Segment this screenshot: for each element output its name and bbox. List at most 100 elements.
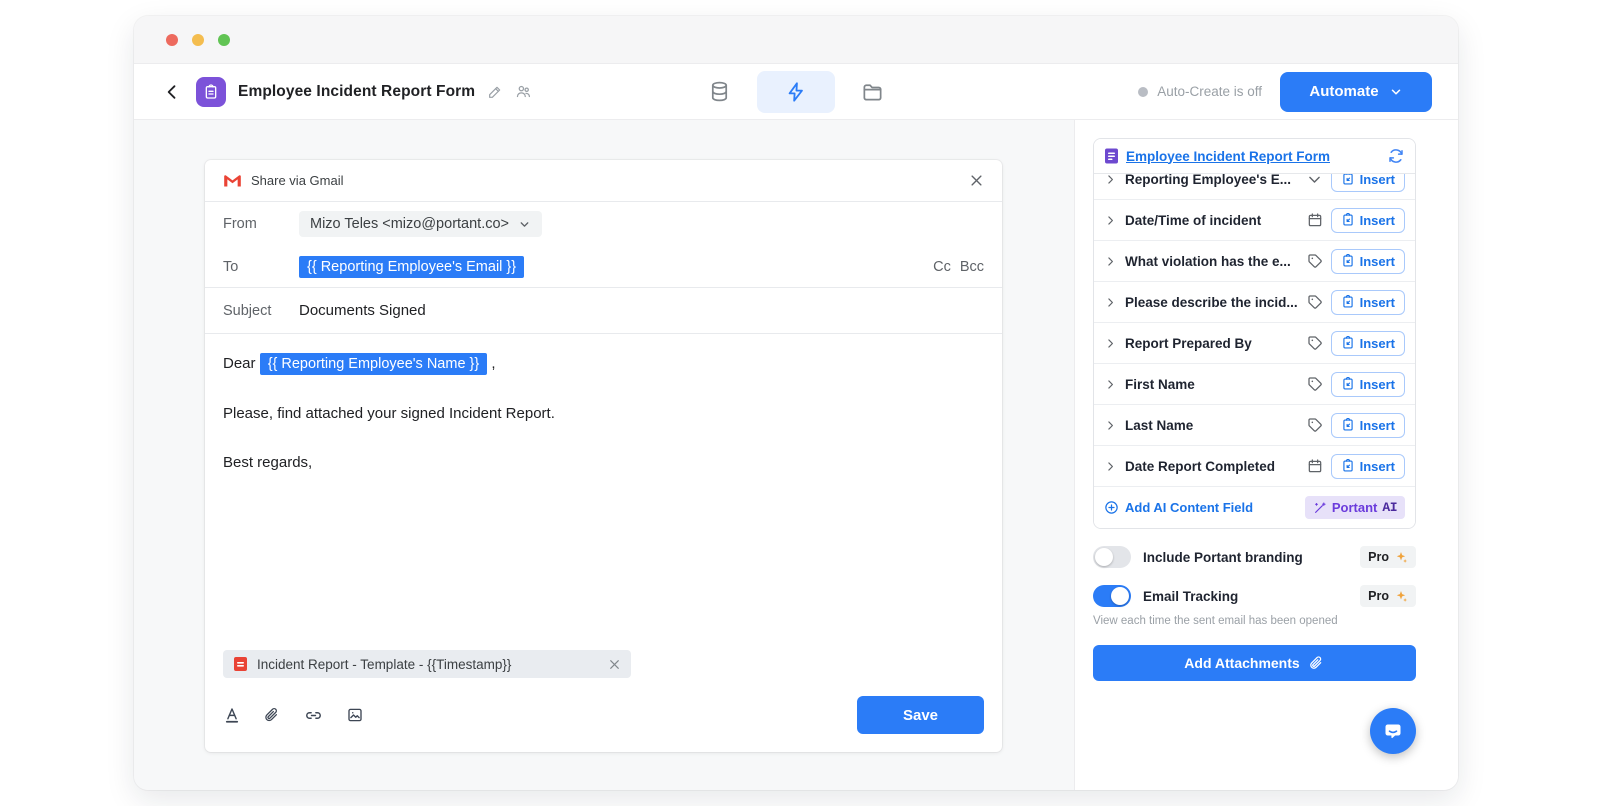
insert-field-button[interactable]: Insert — [1331, 249, 1405, 274]
toggle-row: Include Portant branding Pro — [1093, 546, 1416, 568]
insert-image-icon[interactable] — [346, 706, 364, 724]
toggle-row: Email Tracking Pro — [1093, 585, 1416, 607]
text-format-icon[interactable] — [223, 706, 241, 724]
attachment-chip[interactable]: Incident Report - Template - {{Timestamp… — [223, 650, 631, 678]
tag-type-icon — [1307, 376, 1323, 392]
chat-bubble-icon — [1381, 719, 1405, 743]
fields-sidebar: Employee Incident Report Form Reporting … — [1074, 120, 1458, 790]
tag-type-icon — [1307, 253, 1323, 269]
clipboard-paste-icon — [1341, 336, 1355, 350]
field-row: Last Name Insert — [1094, 405, 1415, 446]
magic-wand-icon — [1313, 501, 1327, 515]
name-field-token[interactable]: {{ Reporting Employee's Name }} — [260, 353, 488, 375]
sparkle-icon — [1394, 589, 1408, 603]
field-label: Report Prepared By — [1125, 336, 1299, 351]
to-label: To — [223, 259, 299, 275]
minimize-window-button[interactable] — [192, 34, 204, 46]
insert-field-button[interactable]: Insert — [1331, 413, 1405, 438]
automate-button[interactable]: Automate — [1280, 72, 1432, 112]
email-body-editor[interactable]: Dear {{ Reporting Employee's Name }} , P… — [205, 334, 1002, 650]
insert-field-button[interactable]: Insert — [1331, 208, 1405, 233]
pro-badge: Pro — [1360, 546, 1416, 568]
field-row: Please describe the incid... Insert — [1094, 282, 1415, 323]
pdf-file-icon — [233, 656, 248, 672]
window-titlebar — [134, 16, 1458, 64]
refresh-fields-icon[interactable] — [1387, 147, 1405, 165]
greeting-line: Dear {{ Reporting Employee's Name }} , — [223, 354, 984, 375]
portant-ai-badge[interactable]: Portant AI — [1305, 496, 1405, 519]
field-row: Report Prepared By Insert — [1094, 323, 1415, 364]
close-window-button[interactable] — [166, 34, 178, 46]
zoom-window-button[interactable] — [218, 34, 230, 46]
modal-title: Share via Gmail — [251, 173, 343, 188]
tag-type-icon — [1307, 417, 1323, 433]
plus-circle-icon — [1104, 500, 1119, 515]
clipboard-paste-icon — [1341, 459, 1355, 473]
attach-file-icon[interactable] — [264, 706, 281, 724]
back-button[interactable] — [160, 80, 184, 104]
chat-support-button[interactable] — [1370, 708, 1416, 754]
form-doc-icon — [1104, 148, 1119, 164]
add-attachments-button[interactable]: Add Attachments — [1093, 645, 1416, 681]
clipboard-paste-icon — [1341, 377, 1355, 391]
clipboard-paste-icon — [1341, 172, 1355, 186]
source-document-link[interactable]: Employee Incident Report Form — [1126, 149, 1330, 164]
field-label: Last Name — [1125, 418, 1299, 433]
add-ai-content-field-button[interactable]: Add AI Content Field — [1104, 500, 1253, 515]
expand-chevron-icon[interactable] — [1104, 337, 1117, 350]
tag-type-icon — [1307, 335, 1323, 351]
gmail-icon — [223, 173, 242, 188]
expand-chevron-icon[interactable] — [1104, 255, 1117, 268]
tab-automations[interactable] — [757, 71, 835, 113]
expand-chevron-icon[interactable] — [1104, 419, 1117, 432]
field-label: What violation has the e... — [1125, 254, 1299, 269]
paperclip-icon — [1309, 655, 1325, 671]
field-label: Date Report Completed — [1125, 459, 1299, 474]
expand-chevron-icon[interactable] — [1104, 214, 1117, 227]
bcc-button[interactable]: Bcc — [960, 259, 984, 275]
clipboard-paste-icon — [1341, 295, 1355, 309]
app-window: Employee Incident Report Form Auto-Crea — [134, 16, 1458, 790]
share-via-gmail-modal: Share via Gmail From Mizo Teles <mizo@po… — [205, 160, 1002, 752]
share-users-icon[interactable] — [515, 83, 532, 100]
field-list: Reporting Employee's E... Insert — [1094, 159, 1415, 487]
toggle-switch[interactable] — [1093, 546, 1131, 568]
field-label: Date/Time of incident — [1125, 213, 1299, 228]
expand-chevron-icon[interactable] — [1104, 460, 1117, 473]
tracking-caption: View each time the sent email has been o… — [1093, 615, 1416, 627]
insert-field-button[interactable]: Insert — [1331, 290, 1405, 315]
cc-button[interactable]: Cc — [933, 259, 951, 275]
field-row: Date Report Completed Insert — [1094, 446, 1415, 487]
toggle-switch[interactable] — [1093, 585, 1131, 607]
field-row: First Name Insert — [1094, 364, 1415, 405]
field-row: What violation has the e... Insert — [1094, 241, 1415, 282]
insert-field-button[interactable]: Insert — [1331, 372, 1405, 397]
rename-pencil-icon[interactable] — [487, 84, 503, 100]
close-icon[interactable] — [969, 173, 984, 188]
remove-attachment-icon[interactable] — [608, 658, 621, 671]
pro-toggles: Include Portant branding Pro Email Track… — [1093, 546, 1416, 607]
subject-label: Subject — [223, 303, 299, 319]
to-field-token[interactable]: {{ Reporting Employee's Email }} — [299, 256, 524, 278]
expand-chevron-icon[interactable] — [1104, 378, 1117, 391]
insert-field-button[interactable]: Insert — [1331, 331, 1405, 356]
page-title: Employee Incident Report Form — [238, 83, 475, 101]
insert-field-button[interactable]: Insert — [1331, 454, 1405, 479]
insert-link-icon[interactable] — [304, 706, 323, 725]
tab-source-data[interactable] — [708, 80, 731, 103]
subject-input[interactable]: Documents Signed — [299, 302, 426, 319]
tab-outputs-folder[interactable] — [861, 80, 884, 103]
field-label: First Name — [1125, 377, 1299, 392]
app-toolbar: Employee Incident Report Form Auto-Crea — [134, 64, 1458, 120]
save-button[interactable]: Save — [857, 696, 984, 734]
body-signoff: Best regards, — [223, 453, 984, 473]
workflow-clipboard-icon — [196, 77, 226, 107]
expand-chevron-icon[interactable] — [1104, 173, 1117, 186]
chevron-down-icon — [518, 218, 531, 231]
sparkle-icon — [1394, 550, 1408, 564]
expand-chevron-icon[interactable] — [1104, 296, 1117, 309]
source-fields-panel: Employee Incident Report Form Reporting … — [1093, 138, 1416, 529]
toggle-label: Email Tracking — [1143, 589, 1238, 604]
status-dot-icon — [1138, 87, 1148, 97]
from-account-select[interactable]: Mizo Teles <mizo@portant.co> — [299, 211, 542, 237]
